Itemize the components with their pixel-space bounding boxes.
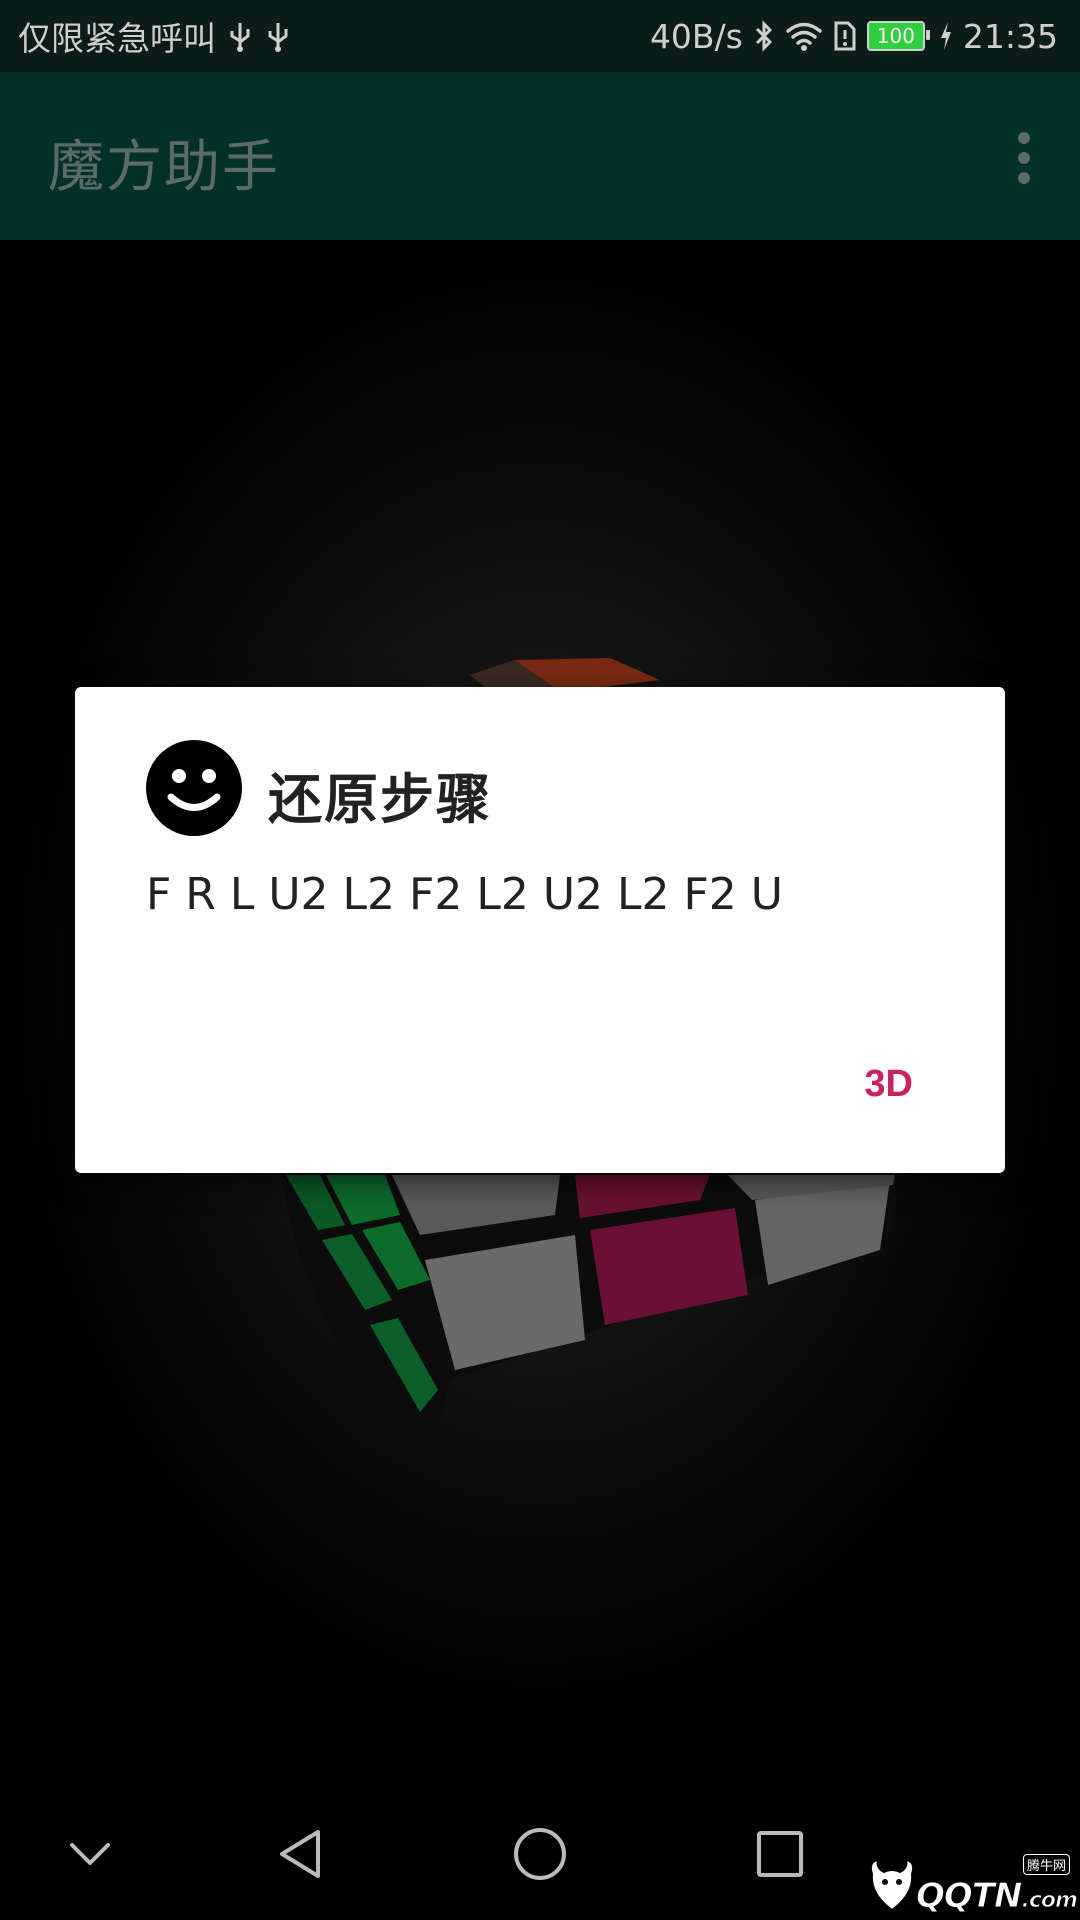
sim-alert-icon	[833, 20, 857, 52]
menu-dot	[1018, 152, 1030, 164]
app-bar: 魔方助手	[0, 72, 1080, 240]
status-right: 40B/s 100 21:35	[650, 17, 1058, 56]
status-left: 仅限紧急呼叫	[18, 12, 292, 60]
wifi-icon	[785, 21, 823, 51]
navigation-bar: QQTN.com 腾牛网	[0, 1788, 1080, 1920]
watermark-brand: QQTN.com	[915, 1876, 1078, 1917]
battery-level: 100	[876, 24, 915, 48]
app-title: 魔方助手	[48, 135, 280, 200]
status-bar: 仅限紧急呼叫 40B/s 100 21:35	[0, 0, 1080, 72]
watermark-site-label: 腾牛网	[1022, 1854, 1070, 1875]
overflow-menu-icon[interactable]	[992, 122, 1056, 194]
usb-debug-icon	[264, 19, 292, 53]
solution-steps-text: F R L U2 L2 F2 L2 U2 L2 F2 U	[146, 869, 783, 920]
3d-button[interactable]: 3D	[864, 1063, 913, 1106]
network-speed: 40B/s	[649, 16, 743, 56]
menu-dot	[1018, 132, 1030, 144]
back-triangle-icon[interactable]	[260, 1814, 340, 1894]
bull-logo-icon	[869, 1858, 915, 1912]
menu-dot	[1018, 172, 1030, 184]
smiley-face-icon	[146, 740, 242, 836]
battery-icon: 100	[866, 21, 930, 51]
hide-nav-chevron-down-icon[interactable]	[50, 1814, 130, 1894]
solution-dialog: 还原步骤 F R L U2 L2 F2 L2 U2 L2 F2 U 3D	[75, 687, 1005, 1173]
dialog-title: 还原步骤	[268, 768, 492, 831]
carrier-text: 仅限紧急呼叫	[18, 19, 216, 58]
clock: 21:35	[962, 16, 1058, 56]
charging-icon	[939, 21, 953, 51]
qqtn-watermark-logo: QQTN.com 腾牛网	[866, 1854, 1078, 1917]
home-circle-icon[interactable]	[500, 1814, 580, 1894]
usb-icon	[226, 19, 254, 53]
bluetooth-icon	[753, 19, 775, 53]
recents-square-icon[interactable]	[740, 1814, 820, 1894]
